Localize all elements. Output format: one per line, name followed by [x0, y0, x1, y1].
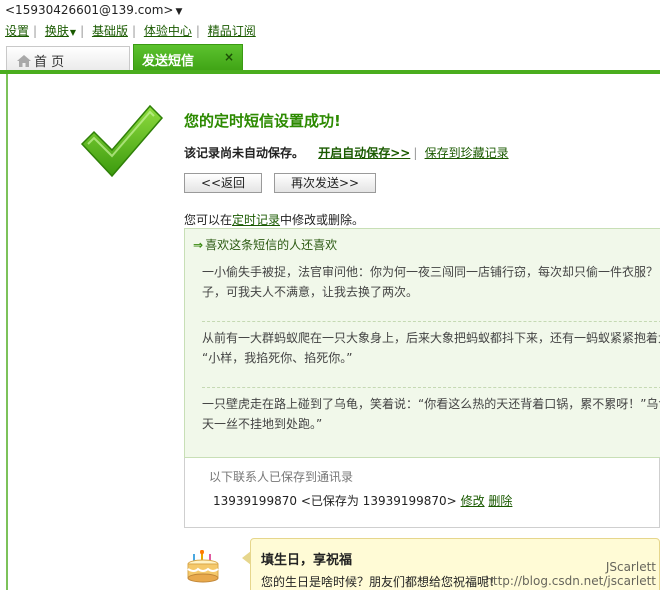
autosave-notice: 该记录尚未自动保存。 开启自动保存>> | 保存到珍藏记录	[184, 144, 509, 161]
saved-contacts-note: 以下联系人已保存到通讯录	[209, 470, 354, 484]
watermark-url: http://blog.csdn.net/jscarlett	[485, 574, 656, 588]
recommend-heading: ⇒ 喜欢这条短信的人还喜欢	[193, 236, 337, 253]
account-menu[interactable]: <15930426601@139.com> ▼	[5, 3, 182, 17]
scheduled-records-link[interactable]: 定时记录	[232, 213, 280, 227]
divider	[202, 387, 660, 388]
saved-contacts-box: 以下联系人已保存到通讯录 13939199870 <已保存为 139391998…	[184, 458, 660, 528]
sms-suggestion-line: 一只壁虎走在路上碰到了乌龟，笑着说：“你看这么热的天还背着口锅，累不累呀！”乌龟	[202, 397, 660, 411]
back-button[interactable]: <<返回	[184, 173, 262, 193]
contact-number: 13939199870	[213, 494, 297, 508]
watermark: JScarlett http://blog.csdn.net/jscarlett	[470, 560, 656, 588]
save-to-collection-link[interactable]: 保存到珍藏记录	[425, 146, 509, 160]
menu-premium-subscription[interactable]: 精品订阅	[208, 24, 256, 38]
divider	[202, 321, 660, 322]
menu-divider: |	[131, 24, 136, 38]
sms-suggestion[interactable]: 一只壁虎走在路上碰到了乌龟，笑着说：“你看这么热的天还背着口锅，累不累呀！”乌龟…	[202, 394, 660, 434]
sms-suggestion[interactable]: 从前有一大群蚂蚁爬在一只大象身上，后来大象把蚂蚁都抖下来，还有一蚂蚁紧紧抱着大 …	[202, 328, 660, 368]
menu-divider: |	[33, 24, 38, 38]
delete-contact-link[interactable]: 删除	[488, 494, 512, 508]
modify-suffix: 中修改或删除。	[280, 213, 365, 227]
sms-suggestion-line: 从前有一大群蚂蚁爬在一只大象身上，后来大象把蚂蚁都抖下来，还有一蚂蚁紧紧抱着大	[202, 331, 660, 345]
menu-divider: |	[80, 24, 85, 38]
close-icon[interactable]: ×	[224, 50, 234, 64]
sms-suggestion-line: 一小偷失手被捉，法官审问他：你为何一夜三闯同一店铺行窃，每次却只偷一件衣服？	[202, 265, 659, 279]
enable-autosave-link[interactable]: 开启自动保存>>	[318, 146, 410, 160]
tab-home-label: 首 页	[34, 55, 65, 70]
top-bar: <15930426601@139.com> ▼ 设置 | 换肤▼ | 基础版 | 体验中…	[0, 0, 660, 42]
success-title: 您的定时短信设置成功!	[184, 112, 341, 130]
menu-divider: |	[195, 24, 200, 38]
arrow-right-icon: ⇒	[193, 238, 204, 252]
recommend-panel: ⇒ 喜欢这条短信的人还喜欢 一小偷失手被捉，法官审问他：你为何一夜三闯同一店铺行窃…	[184, 228, 660, 458]
edit-contact-link[interactable]: 修改	[461, 494, 485, 508]
menu-skin[interactable]: 换肤	[45, 24, 69, 38]
sms-suggestion-line: 子，可我夫人不满意，让我去换了两次。	[202, 285, 419, 299]
tab-strip: 首 页 发送短信 ×	[0, 42, 660, 72]
contact-row: 13939199870 <已保存为 13939199870> 修改 删除	[213, 492, 512, 509]
menu-settings[interactable]: 设置	[5, 24, 29, 38]
contact-saved-as: <已保存为 13939199870>	[300, 494, 457, 508]
watermark-author: JScarlett	[605, 560, 656, 574]
menu-basic-version[interactable]: 基础版	[92, 24, 128, 38]
link-divider: |	[413, 146, 418, 160]
tab-send-sms-label: 发送短信	[142, 54, 195, 69]
birthday-text: 您的生日是啥时候？朋友们都想给您祝福呢！	[261, 575, 502, 589]
menu-experience-center[interactable]: 体验中心	[144, 24, 192, 38]
chevron-down-icon[interactable]: ▼	[175, 7, 182, 17]
tab-home[interactable]: 首 页	[6, 46, 130, 72]
not-saved-text: 该记录尚未自动保存。	[184, 146, 305, 160]
birthday-title: 填生日，享祝福	[261, 553, 353, 568]
modify-prefix: 您可以在	[184, 213, 233, 227]
recommend-heading-text: 喜欢这条短信的人还喜欢	[205, 238, 338, 252]
checkmark-icon	[80, 104, 164, 178]
modify-hint: 您可以在定时记录中修改或删除。	[184, 211, 364, 228]
tab-send-sms[interactable]: 发送短信 ×	[133, 44, 243, 72]
home-icon	[17, 55, 31, 67]
top-menu: 设置 | 换肤▼ | 基础版 | 体验中心 | 精品订阅	[5, 22, 256, 39]
account-email[interactable]: <15930426601@139.com>	[5, 3, 173, 17]
sms-suggestion-line: 天一丝不挂地到处跑。”	[202, 417, 323, 431]
birthday-cake-icon	[187, 550, 219, 583]
caret-down-icon[interactable]: ▼	[70, 28, 76, 37]
sms-suggestion[interactable]: 一小偷失手被捉，法官审问他：你为何一夜三闯同一店铺行窃，每次却只偷一件衣服？ 子…	[202, 262, 658, 302]
sms-suggestion-line: “小样，我掐死你、掐死你。”	[202, 351, 353, 365]
resend-button[interactable]: 再次发送>>	[274, 173, 376, 193]
callout-pointer	[242, 551, 251, 565]
